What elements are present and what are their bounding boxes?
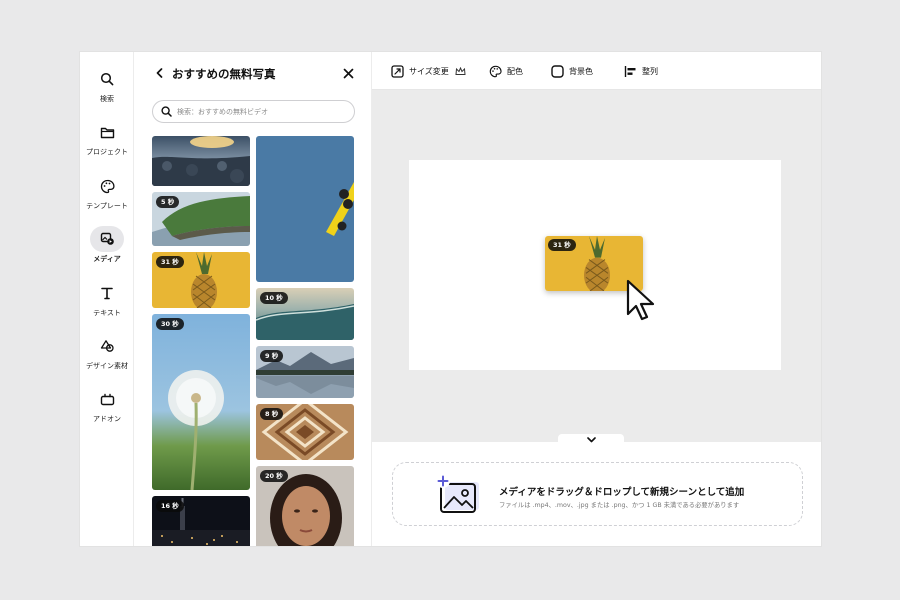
editor-main: サイズ変更 配色 背景色 整列 31 秒 メディアをドラッグ＆ドロップして新規シ… [372,52,821,546]
addon-icon [90,386,124,412]
dropzone-subtitle: ファイルは .mp4、.mov、.jpg または .png、かつ 1 GB 未満… [499,502,740,509]
sidebar-item-label: プロジェクト [86,148,128,156]
duration-badge: 30 秒 [156,318,184,330]
add-image-icon [436,474,479,513]
thumbnail-portrait-woman[interactable]: 20 秒 [256,466,354,546]
media-icon [90,226,124,252]
media-panel: おすすめの無料写真 検索：おすすめの無料ビデオ 5 秒 31 秒 30 秒 16… [134,52,372,546]
thumbnail-ocean-wave[interactable]: 10 秒 [256,288,354,340]
dandelion-image [152,314,250,490]
align-button[interactable]: 整列 [624,63,658,79]
editor-toolbar: サイズ変更 配色 背景色 整列 [372,52,821,90]
thumbnail-mountain-lake[interactable]: 9 秒 [256,346,354,398]
panel-header: おすすめの無料写真 [134,52,372,94]
search-input[interactable] [177,107,337,116]
sidebar-item-search[interactable]: 検索 [80,66,134,106]
back-button[interactable] [152,66,166,80]
sidebar-item-projects[interactable]: プロジェクト [80,119,134,159]
chevron-down-icon [586,437,596,443]
background-swatch-icon [551,64,564,78]
sidebar-item-label: 検索 [100,95,114,103]
align-left-icon [624,65,636,77]
duration-badge: 8 秒 [260,408,284,420]
thumbnail-geometric-pattern[interactable]: 8 秒 [256,404,354,460]
sunset-shore-image [152,136,250,186]
thumbnail-city-night[interactable]: 16 秒 [152,496,250,546]
thumbnail-sunset-shore[interactable] [152,136,250,186]
thumbnail-cliff-coast[interactable]: 5 秒 [152,192,250,246]
chevron-left-icon [156,68,162,78]
sidebar-item-templates[interactable]: テンプレート [80,173,134,213]
shapes-icon [90,333,124,359]
duration-badge: 31 秒 [548,239,576,251]
resize-button[interactable]: サイズ変更 [391,63,466,79]
text-icon [90,280,124,306]
dropzone-area: メディアをドラッグ＆ドロップして新規シーンとして追加 ファイルは .mp4、.m… [372,442,821,546]
sidebar-item-media[interactable]: メディア [80,226,134,266]
palette-icon [489,65,502,77]
sidebar-rail: 検索 プロジェクト テンプレート メディア テキスト デザイン素材 アドオン [80,52,134,546]
app-window: 検索 プロジェクト テンプレート メディア テキスト デザイン素材 アドオン お… [80,52,821,546]
color-scheme-button[interactable]: 配色 [489,63,523,79]
skateboard-sky-image [256,136,354,282]
close-icon [343,68,353,78]
search-icon [90,66,124,92]
panel-title: おすすめの無料写真 [172,67,276,81]
sidebar-item-label: メディア [93,255,121,263]
sidebar-item-label: デザイン素材 [86,362,128,370]
dropzone-title: メディアをドラッグ＆ドロップして新規シーンとして追加 [499,487,745,498]
search-icon [161,106,172,117]
sidebar-item-text[interactable]: テキスト [80,280,134,320]
folder-icon [90,119,124,145]
duration-badge: 9 秒 [260,350,284,362]
media-dropzone[interactable]: メディアをドラッグ＆ドロップして新規シーンとして追加 ファイルは .mp4、.m… [392,462,803,526]
sidebar-item-design-assets[interactable]: デザイン素材 [80,333,134,373]
background-color-button[interactable]: 背景色 [551,63,593,79]
collapse-panel-button[interactable] [558,434,624,446]
panel-search[interactable] [152,100,355,123]
duration-badge: 16 秒 [156,500,184,512]
sidebar-item-label: アドオン [93,415,121,423]
thumbnail-skateboard-sky[interactable] [256,136,354,282]
duration-badge: 20 秒 [260,470,288,482]
close-button[interactable] [340,65,356,81]
thumbnail-pineapple[interactable]: 31 秒 [152,252,250,308]
crown-icon [455,66,466,75]
dragged-media-clip[interactable]: 31 秒 [545,236,643,291]
duration-badge: 10 秒 [260,292,288,304]
resize-icon [391,64,404,78]
duration-badge: 31 秒 [156,256,184,268]
sidebar-item-label: テキスト [93,309,121,317]
sidebar-item-label: テンプレート [86,202,128,210]
thumbnail-grid: 5 秒 31 秒 30 秒 16 秒 10 秒 9 秒 8 秒 20 秒 [134,136,372,546]
sidebar-item-addons[interactable]: アドオン [80,386,134,426]
thumbnail-dandelion[interactable]: 30 秒 [152,314,250,490]
duration-badge: 5 秒 [156,196,180,208]
palette-icon [90,173,124,199]
